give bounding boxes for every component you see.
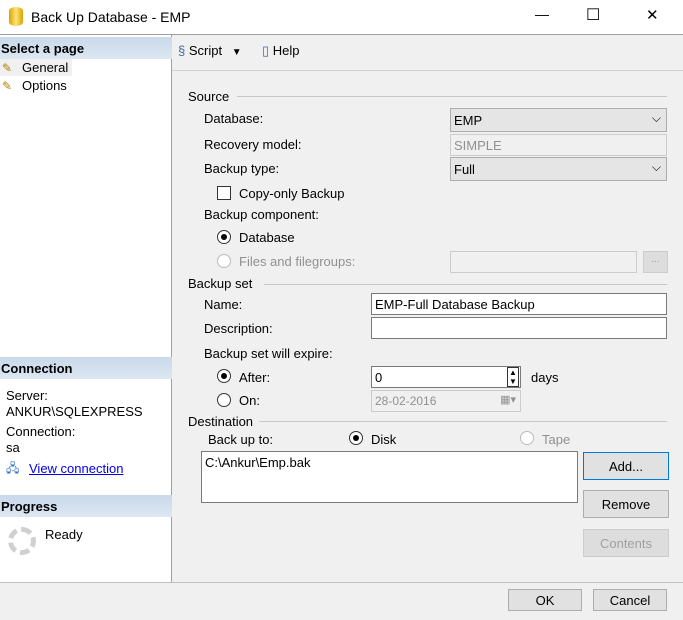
page-options[interactable]: ✎ Options xyxy=(0,77,72,94)
recovery-model-label: Recovery model: xyxy=(204,137,302,152)
expire-date-picker: 28-02-2016 ▦▾ xyxy=(371,390,521,412)
component-database-label: Database xyxy=(239,230,295,245)
help-icon: ▯ xyxy=(262,43,270,58)
backup-type-value: Full xyxy=(454,162,475,177)
description-input[interactable] xyxy=(371,317,667,339)
component-database-radio[interactable] xyxy=(217,230,231,244)
progress-status: Ready xyxy=(45,527,83,542)
sidebar: Select a page ✎ General ✎ Options Connec… xyxy=(0,34,172,582)
database-value: EMP xyxy=(454,113,483,128)
help-label: Help xyxy=(272,43,300,58)
recovery-model-field: SIMPLE xyxy=(450,134,667,156)
backup-set-group-title: Backup set xyxy=(188,276,253,291)
page-general[interactable]: ✎ General xyxy=(0,59,72,76)
destination-group-title: Destination xyxy=(188,414,254,429)
backup-component-label: Backup component: xyxy=(204,207,319,222)
browse-files-button[interactable]: ... xyxy=(643,251,668,273)
window-title: Back Up Database - EMP xyxy=(31,9,191,25)
title-bar: Back Up Database - EMP — ☐ ✕ xyxy=(0,0,683,34)
expire-on-radio[interactable] xyxy=(217,393,231,407)
destination-item[interactable]: C:\Ankur\Emp.bak xyxy=(205,455,574,470)
name-label: Name: xyxy=(204,297,243,312)
connection-value: sa xyxy=(6,440,20,455)
maximize-button[interactable]: ☐ xyxy=(586,5,600,25)
tape-radio[interactable] xyxy=(520,431,534,445)
name-input[interactable]: EMP-Full Database Backup xyxy=(371,293,667,315)
close-button[interactable]: ✕ xyxy=(646,6,659,24)
script-icon: § xyxy=(178,43,186,58)
destination-list[interactable]: C:\Ankur\Emp.bak xyxy=(201,451,578,503)
disk-label: Disk xyxy=(371,432,397,447)
copy-only-checkbox[interactable] xyxy=(217,186,231,200)
page-options-label: Options xyxy=(22,78,67,93)
expire-after-label: After: xyxy=(239,370,271,385)
expire-date-value: 28-02-2016 xyxy=(375,394,437,408)
source-group-title: Source xyxy=(188,89,230,104)
main-panel: § Script ▼ ▯ Help Source Database: EMP ⌵ … xyxy=(172,34,683,582)
page-icon: ✎ xyxy=(2,79,13,93)
connection-header: Connection xyxy=(0,357,172,379)
tape-label: Tape xyxy=(542,432,571,447)
ok-button[interactable]: OK xyxy=(508,589,582,611)
select-page-header: Select a page xyxy=(0,37,172,59)
database-icon xyxy=(9,7,23,26)
server-value: ANKUR\SQLEXPRESS xyxy=(6,404,143,419)
script-dropdown-icon[interactable]: ▼ xyxy=(232,47,242,58)
connection-icon: 🖧 xyxy=(6,461,20,475)
script-button[interactable]: § Script ▼ xyxy=(178,43,242,58)
spinner-arrows-icon[interactable]: ▲ ▼ xyxy=(507,367,519,387)
backup-to-label: Back up to: xyxy=(208,432,274,447)
files-field xyxy=(450,251,637,273)
page-icon: ✎ xyxy=(2,61,13,75)
view-connection-link[interactable]: View connection xyxy=(29,461,123,476)
add-button[interactable]: Add... xyxy=(583,452,669,480)
page-general-label: General xyxy=(22,60,69,75)
contents-button[interactable]: Contents xyxy=(583,529,669,557)
cancel-button[interactable]: Cancel xyxy=(593,589,667,611)
minimize-button[interactable]: — xyxy=(535,6,549,22)
component-files-label: Files and filegroups: xyxy=(239,254,356,269)
connection-label: Connection: xyxy=(6,424,76,439)
chevron-down-icon: ⌵ xyxy=(651,160,661,174)
server-label: Server: xyxy=(6,388,48,403)
copy-only-label: Copy-only Backup xyxy=(239,186,345,201)
backup-type-select[interactable]: Full ⌵ xyxy=(450,157,667,181)
calendar-icon: ▦▾ xyxy=(500,394,516,406)
help-button[interactable]: ▯ Help xyxy=(262,43,300,59)
database-label: Database: xyxy=(204,111,264,126)
chevron-down-icon: ⌵ xyxy=(651,111,661,125)
expire-after-radio[interactable] xyxy=(217,369,231,383)
remove-button[interactable]: Remove xyxy=(583,490,669,518)
expire-days-spinner[interactable]: 0 ▲ ▼ xyxy=(371,366,521,388)
expire-on-label: On: xyxy=(239,393,260,408)
expire-days-value: 0 xyxy=(375,370,383,385)
expire-label: Backup set will expire: xyxy=(204,346,333,361)
progress-spinner-icon xyxy=(8,527,36,555)
days-label: days xyxy=(531,370,559,385)
database-select[interactable]: EMP ⌵ xyxy=(450,108,667,132)
progress-header: Progress xyxy=(0,495,172,517)
component-files-radio[interactable] xyxy=(217,254,231,268)
script-label: Script xyxy=(188,43,223,58)
backup-type-label: Backup type: xyxy=(204,161,280,176)
disk-radio[interactable] xyxy=(349,431,363,445)
description-label: Description: xyxy=(204,321,273,336)
